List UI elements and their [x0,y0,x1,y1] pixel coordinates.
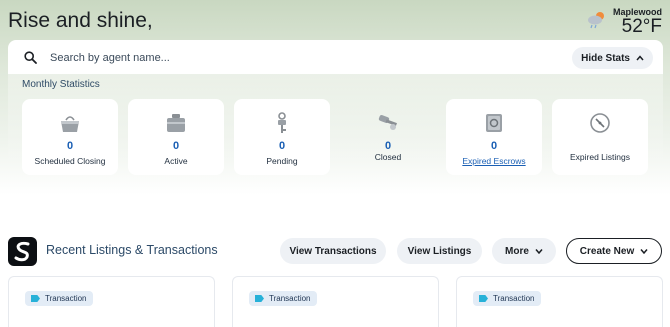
compass-icon [590,113,610,133]
transaction-card[interactable]: Transaction [232,276,439,327]
transaction-badge: Transaction [473,291,541,306]
transaction-badge-label: Transaction [45,294,87,303]
stat-value: 0 [490,140,498,152]
stat-card-closed[interactable]: 0 Closed [340,99,436,175]
transaction-badge-label: Transaction [269,294,311,303]
stat-card-scheduled-closing[interactable]: 0 Scheduled Closing [22,99,118,175]
handbag-icon [61,116,79,132]
transaction-badge: Transaction [249,291,317,306]
recent-listings-header: Recent Listings & Transactions View Tran… [8,236,663,266]
stat-label: Closed [374,152,402,162]
create-new-label: Create New [579,245,635,257]
s-logo-icon [14,241,30,262]
view-listings-label: View Listings [407,245,472,257]
brand-logo [8,237,37,266]
more-label: More [505,245,529,257]
stat-value: 0 [66,140,74,152]
greeting-title: Rise and shine, [8,9,153,32]
transaction-card[interactable]: Transaction [456,276,663,327]
chevron-down-icon [640,249,648,254]
stat-value: 0 [278,140,286,152]
chevron-up-icon [636,55,644,61]
stats-title: Monthly Statistics [22,79,100,90]
tag-icon [31,295,40,302]
transaction-badge: Transaction [25,291,93,306]
view-transactions-button[interactable]: View Transactions [280,238,386,264]
stat-value: 0 [172,140,180,152]
search-bar: Hide Stats [8,40,663,74]
stat-label: Scheduled Closing [34,156,106,166]
tag-icon [255,295,264,302]
chevron-down-icon [535,249,543,254]
view-transactions-label: View Transactions [289,245,377,257]
key-icon [278,112,286,133]
folder-icon [167,114,185,132]
weather-temperature: 52°F [621,16,662,37]
stat-value: 0 [384,140,392,152]
expired-escrows-link[interactable]: Expired Escrows [446,156,542,166]
stat-card-pending[interactable]: 0 Pending [234,99,330,175]
cloud-rain-sun-icon [588,12,604,29]
more-button[interactable]: More [492,238,556,264]
stat-label: Pending [266,156,298,166]
keys-icon [378,115,397,130]
transaction-card[interactable]: Transaction [8,276,215,327]
weather-widget: Maplewood 52°F [613,7,662,37]
stat-card-expired-listings[interactable]: Expired Listings [552,99,648,175]
stat-card-expired-escrows[interactable]: 0 Expired Escrows [446,99,542,175]
transaction-badge-label: Transaction [493,294,535,303]
tag-icon [479,295,488,302]
monthly-statistics-panel: Monthly Statistics 0 Scheduled Closing 0… [8,74,663,175]
stat-label: Expired Listings [569,152,630,162]
hide-stats-button[interactable]: Hide Stats [572,47,653,69]
safe-icon [486,114,502,132]
search-input[interactable] [48,48,452,68]
hide-stats-label: Hide Stats [581,52,630,64]
stat-label: Active [164,156,188,166]
view-listings-button[interactable]: View Listings [397,238,482,264]
create-new-button[interactable]: Create New [566,238,662,264]
search-icon [24,51,37,64]
stat-card-active[interactable]: 0 Active [128,99,224,175]
section-title: Recent Listings & Transactions [46,243,218,257]
